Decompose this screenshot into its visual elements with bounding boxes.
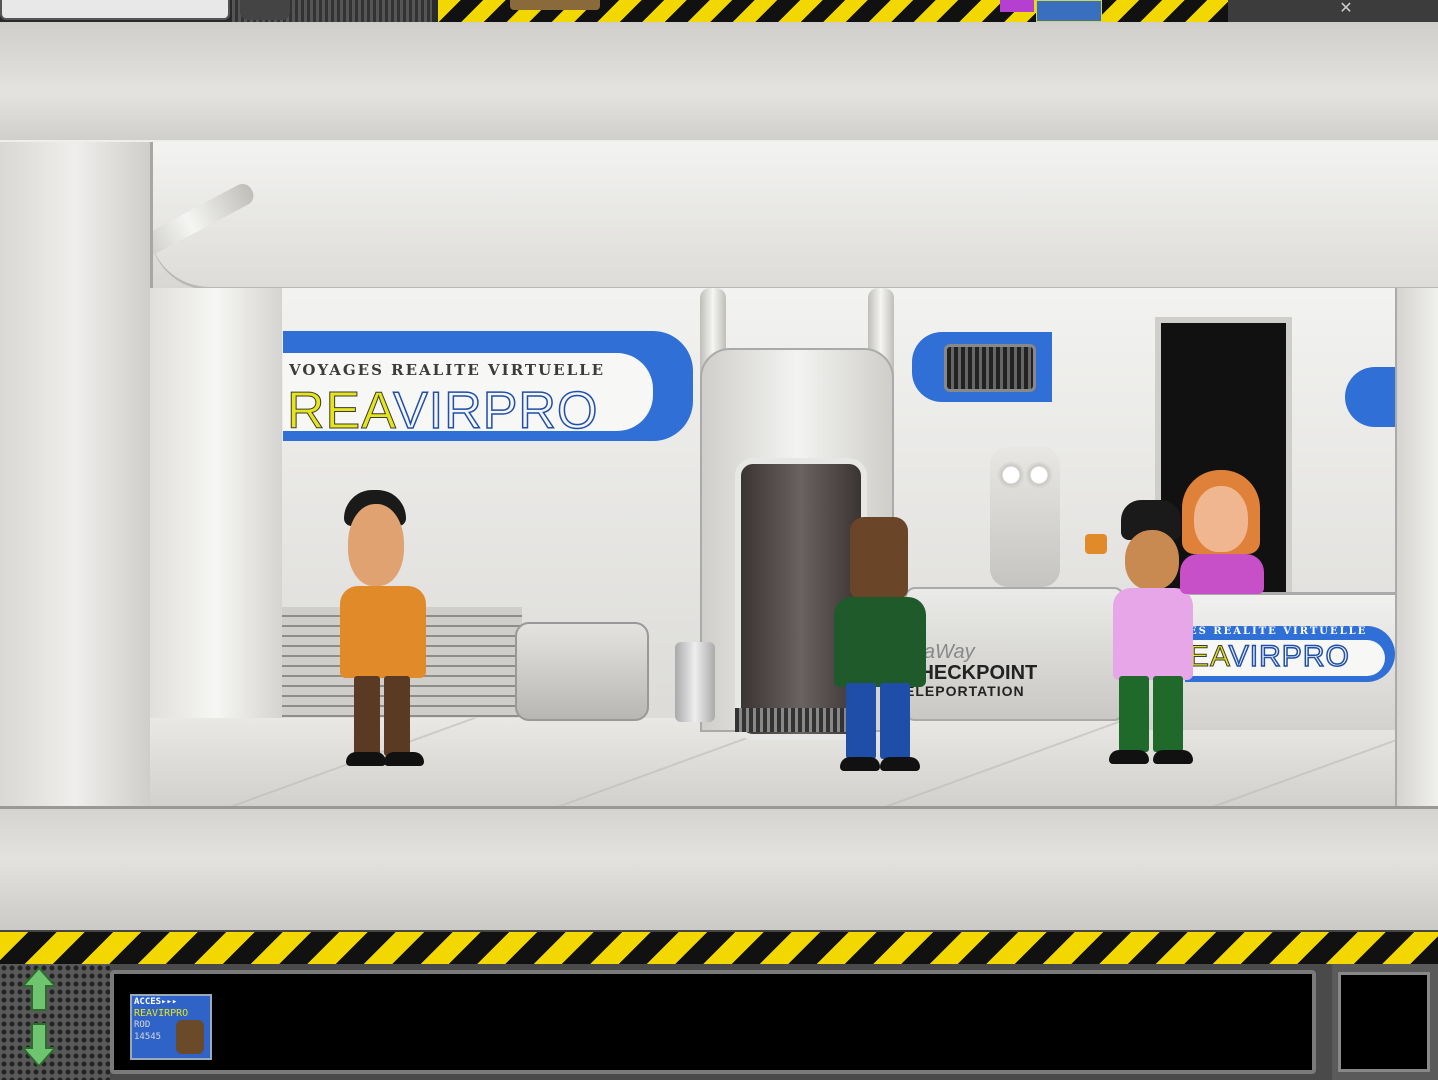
reel-machine[interactable]	[990, 447, 1060, 587]
character-head	[348, 504, 404, 586]
character-shoe	[840, 757, 880, 771]
card-brand: REAVIRPRO	[134, 1008, 189, 1019]
logo-virpro: VIRPRO	[392, 381, 599, 441]
character-hair	[850, 517, 908, 599]
npc-receptionist[interactable]	[1178, 470, 1266, 595]
character-shoe	[880, 757, 920, 771]
player-character[interactable]	[830, 517, 930, 772]
inventory-bar[interactable]: ACCES▸▸▸ REAVIRPRO ROD 14545	[110, 970, 1316, 1074]
hazard-stripe	[0, 930, 1438, 966]
character-shoe	[384, 752, 424, 766]
character-torso	[340, 586, 426, 678]
character-leg	[354, 676, 380, 756]
top-inventory-item[interactable]	[510, 0, 600, 10]
top-bar: ✕	[0, 0, 1438, 22]
speaker-icon	[240, 0, 290, 20]
sign-logo: REAVIRPRO	[286, 381, 599, 441]
card-access-label: ACCES▸▸▸	[134, 997, 178, 1007]
wall-vent[interactable]	[944, 344, 1036, 392]
character-head	[1194, 486, 1248, 552]
access-card-item[interactable]: ACCES▸▸▸ REAVIRPRO ROD 14545	[130, 994, 212, 1060]
sign-logo: EAVIRPRO	[1189, 639, 1350, 674]
sign-subtitle: ES REALITE VIRTUELLE	[1189, 626, 1368, 637]
character-torso	[834, 597, 926, 687]
preview-screen	[1338, 972, 1430, 1072]
top-monitor-frame	[0, 0, 230, 20]
logo-virpro: VIRPRO	[1228, 639, 1350, 674]
card-portrait	[176, 1020, 204, 1054]
npc-man-orange[interactable]	[330, 490, 440, 770]
character-leg	[880, 683, 910, 759]
card-number: 14545	[134, 1032, 162, 1042]
top-inventory-item[interactable]	[1036, 0, 1102, 22]
scanner-device[interactable]	[515, 622, 649, 721]
character-leg	[1119, 676, 1149, 752]
character-leg	[384, 676, 410, 756]
character-leg	[846, 683, 876, 759]
floor-beam	[0, 806, 1438, 930]
character-leg	[1153, 676, 1183, 752]
reavirpro-sign-left[interactable]: VOYAGES REALITE VIRTUELLE REAVIRPRO	[283, 331, 693, 441]
top-inventory-item[interactable]	[1000, 0, 1034, 12]
right-pillar	[1395, 288, 1438, 808]
card-name: ROD	[134, 1020, 151, 1030]
character-torso	[1180, 554, 1264, 594]
character-head	[1125, 530, 1179, 590]
character-torso	[1113, 588, 1193, 680]
ceiling-curve	[150, 142, 1438, 290]
cylinder-device[interactable]	[675, 642, 715, 722]
character-shoe	[1109, 750, 1149, 764]
close-icon[interactable]: ✕	[1316, 0, 1376, 20]
small-item[interactable]	[1085, 534, 1107, 554]
character-shoe	[346, 752, 386, 766]
reavirpro-sign-right[interactable]: ES REALITE VIRTUELLE EAVIRPRO	[1185, 626, 1395, 682]
ceiling-beam	[0, 22, 1438, 142]
down-arrow-icon[interactable]	[20, 1022, 58, 1068]
left-wall	[0, 142, 153, 807]
character-shoe	[1153, 750, 1193, 764]
logo-rea: REA	[286, 382, 394, 441]
up-arrow-icon[interactable]	[20, 966, 58, 1012]
sign-subtitle: VOYAGES REALITE VIRTUELLE	[289, 361, 606, 379]
game-scene[interactable]: VOYAGES REALITE VIRTUELLE REAVIRPRO StaW…	[0, 22, 1438, 930]
inventory-panel: ACCES▸▸▸ REAVIRPRO ROD 14545	[0, 964, 1438, 1080]
